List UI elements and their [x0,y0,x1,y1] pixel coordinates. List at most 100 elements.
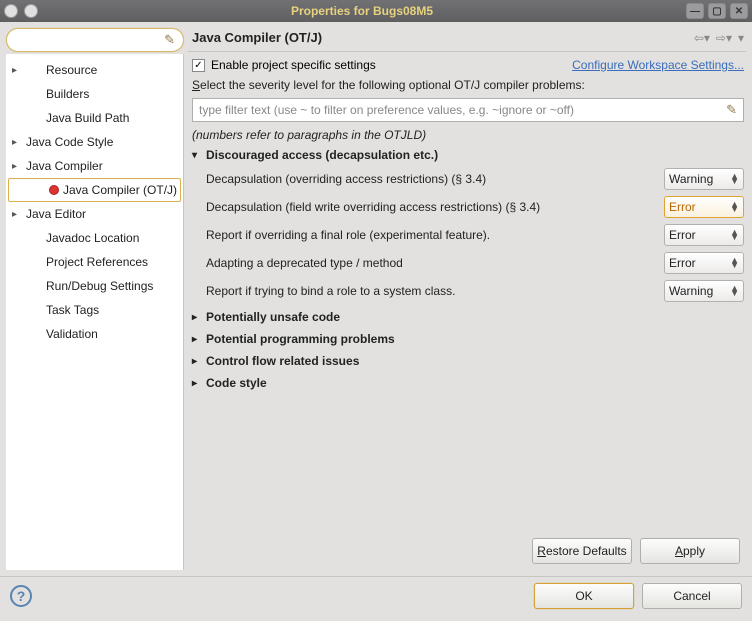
sidebar-item-java-compiler[interactable]: ▸Java Compiler [6,154,183,178]
nav-menu-icon[interactable]: ▾ [738,31,744,45]
expand-icon[interactable]: ▸ [12,65,22,76]
sidebar-item-label: Javadoc Location [46,231,139,245]
nav-forward-icon[interactable]: ⇨▾ [716,31,732,45]
clear-filter-icon[interactable]: ✎ [164,32,175,48]
setting-label: Report if overriding a final role (exper… [206,228,664,242]
dialog-footer: ? OK Cancel [0,576,752,621]
setting-label: Decapsulation (overriding access restric… [206,172,664,186]
otj-marker-icon [49,185,59,195]
minimize-button[interactable]: — [686,3,704,19]
sidebar-item-javadoc-location[interactable]: Javadoc Location [6,226,183,250]
severity-combo[interactable]: Warning ▲▼ [664,168,744,190]
group-header-code-style[interactable]: ▸ Code style [192,374,744,390]
sidebar-item-label: Task Tags [46,303,99,317]
severity-value: Error [669,256,696,270]
sidebar-item-java-editor[interactable]: ▸ Java Editor [6,202,183,226]
sidebar-item-label: Builders [46,87,89,101]
group-title: Potential programming problems [206,332,395,346]
sidebar-item-builders[interactable]: Builders [6,82,183,106]
severity-value: Warning [669,172,713,186]
page-title: Java Compiler (OT/J) [192,30,694,45]
severity-value: Error [669,228,696,242]
sidebar-item-label: Run/Debug Settings [46,279,153,293]
close-button[interactable]: ✕ [730,3,748,19]
sidebar-item-validation[interactable]: Validation [6,322,183,346]
setting-label: Adapting a deprecated type / method [206,256,664,270]
settings-filter[interactable]: ✎ [192,98,744,122]
sidebar-item-task-tags[interactable]: Task Tags [6,298,183,322]
expand-icon[interactable]: ▸ [12,209,22,220]
sidebar-item-label: Java Build Path [46,111,129,125]
otjld-note: (numbers refer to paragraphs in the OTJL… [192,128,744,142]
settings-filter-input[interactable] [199,103,726,117]
severity-combo[interactable]: Error ▲▼ [664,252,744,274]
clear-settings-filter-icon[interactable]: ✎ [726,102,737,118]
sidebar-item-java-code-style[interactable]: ▸ Java Code Style [6,130,183,154]
setting-row: Adapting a deprecated type / methodError… [192,252,744,274]
setting-label: Decapsulation (field write overriding ac… [206,200,664,214]
group-header-control-flow-related-issues[interactable]: ▸Control flow related issues [192,352,744,368]
sidebar-item-run-debug-settings[interactable]: Run/Debug Settings [6,274,183,298]
sidebar-item-java-compiler-ot-j-[interactable]: Java Compiler (OT/J) [8,178,181,202]
combo-chevron-icon: ▲▼ [730,286,739,296]
window-title: Properties for Bugs08M5 [44,4,680,18]
sidebar-item-label: Resource [46,63,97,77]
app-icon-secondary [24,4,38,18]
restore-defaults-button[interactable]: Restore Defaults [532,538,632,564]
setting-row: Decapsulation (overriding access restric… [192,168,744,190]
configure-workspace-link[interactable]: Configure Workspace Settings... [572,58,744,72]
expand-icon[interactable]: ▸ [12,137,22,148]
group-title: Potentially unsafe code [206,310,340,324]
combo-chevron-icon: ▲▼ [730,174,739,184]
maximize-button[interactable]: ▢ [708,3,726,19]
enable-project-specific-checkbox[interactable]: ✓ [192,59,205,72]
chevron-down-icon: ▾ [192,150,202,161]
enable-project-specific-label: Enable project specific settings [211,58,376,72]
titlebar: Properties for Bugs08M5 — ▢ ✕ [0,0,752,22]
sidebar-item-label: Java Compiler (OT/J) [63,183,177,197]
dialog-body: ✎ ▸ResourceBuildersJava Build Path▸Java … [0,22,752,621]
severity-value: Warning [669,284,713,298]
nav-back-icon[interactable]: ⇦▾ [694,31,710,45]
severity-value: Error [669,200,696,214]
chevron-right-icon: ▸ [192,312,202,323]
group-header-potential-programming-problems[interactable]: ▸ Potential programming problems [192,330,744,346]
sidebar-item-resource[interactable]: ▸ Resource [6,58,183,82]
group-header-potentially-unsafe-code[interactable]: ▸ Potentially unsafe code [192,308,744,324]
setting-row: Decapsulation (field write overriding ac… [192,196,744,218]
sidebar-item-label: Java Editor [26,207,86,221]
sidebar-item-label: Java Code Style [26,135,113,149]
help-icon[interactable]: ? [10,585,32,607]
sidebar-filter[interactable]: ✎ [6,28,184,52]
chevron-right-icon: ▸ [192,334,202,345]
cancel-button[interactable]: Cancel [642,583,742,609]
content-pane: Java Compiler (OT/J) ⇦▾ ⇨▾ ▾ ✓ Enable pr… [188,28,746,570]
combo-chevron-icon: ▲▼ [730,230,739,240]
setting-row: Report if overriding a final role (exper… [192,224,744,246]
group-title: Discouraged access (decapsulation etc.) [206,148,438,162]
apply-button[interactable]: Apply [640,538,740,564]
group-title: Code style [206,376,267,390]
sidebar-item-java-build-path[interactable]: Java Build Path [6,106,183,130]
settings-groups: ▾ Discouraged access (decapsulation etc.)… [192,148,744,390]
sidebar-filter-input[interactable] [15,33,164,47]
chevron-right-icon: ▸ [192,378,202,389]
group-title: Control flow related issues [206,354,359,368]
setting-row: Report if trying to bind a role to a sys… [192,280,744,302]
severity-combo[interactable]: Warning ▲▼ [664,280,744,302]
app-icon [4,4,18,18]
expand-icon[interactable]: ▸ [12,161,22,172]
sidebar-item-label: Project References [46,255,148,269]
ok-button[interactable]: OK [534,583,634,609]
combo-chevron-icon: ▲▼ [730,202,739,212]
sidebar-item-project-references[interactable]: Project References [6,250,183,274]
sidebar-tree: ▸ResourceBuildersJava Build Path▸Java Co… [6,54,184,570]
sidebar: ✎ ▸ResourceBuildersJava Build Path▸Java … [6,28,184,570]
combo-chevron-icon: ▲▼ [730,258,739,268]
nav-arrows: ⇦▾ ⇨▾ ▾ [694,31,744,45]
severity-combo[interactable]: Error ▲▼ [664,196,744,218]
group-header-discouraged-access-decapsulation-etc-[interactable]: ▾ Discouraged access (decapsulation etc.) [192,148,744,162]
severity-combo[interactable]: Error ▲▼ [664,224,744,246]
sidebar-item-label: Validation [46,327,98,341]
severity-description: Select the severity level for the follow… [192,78,744,92]
